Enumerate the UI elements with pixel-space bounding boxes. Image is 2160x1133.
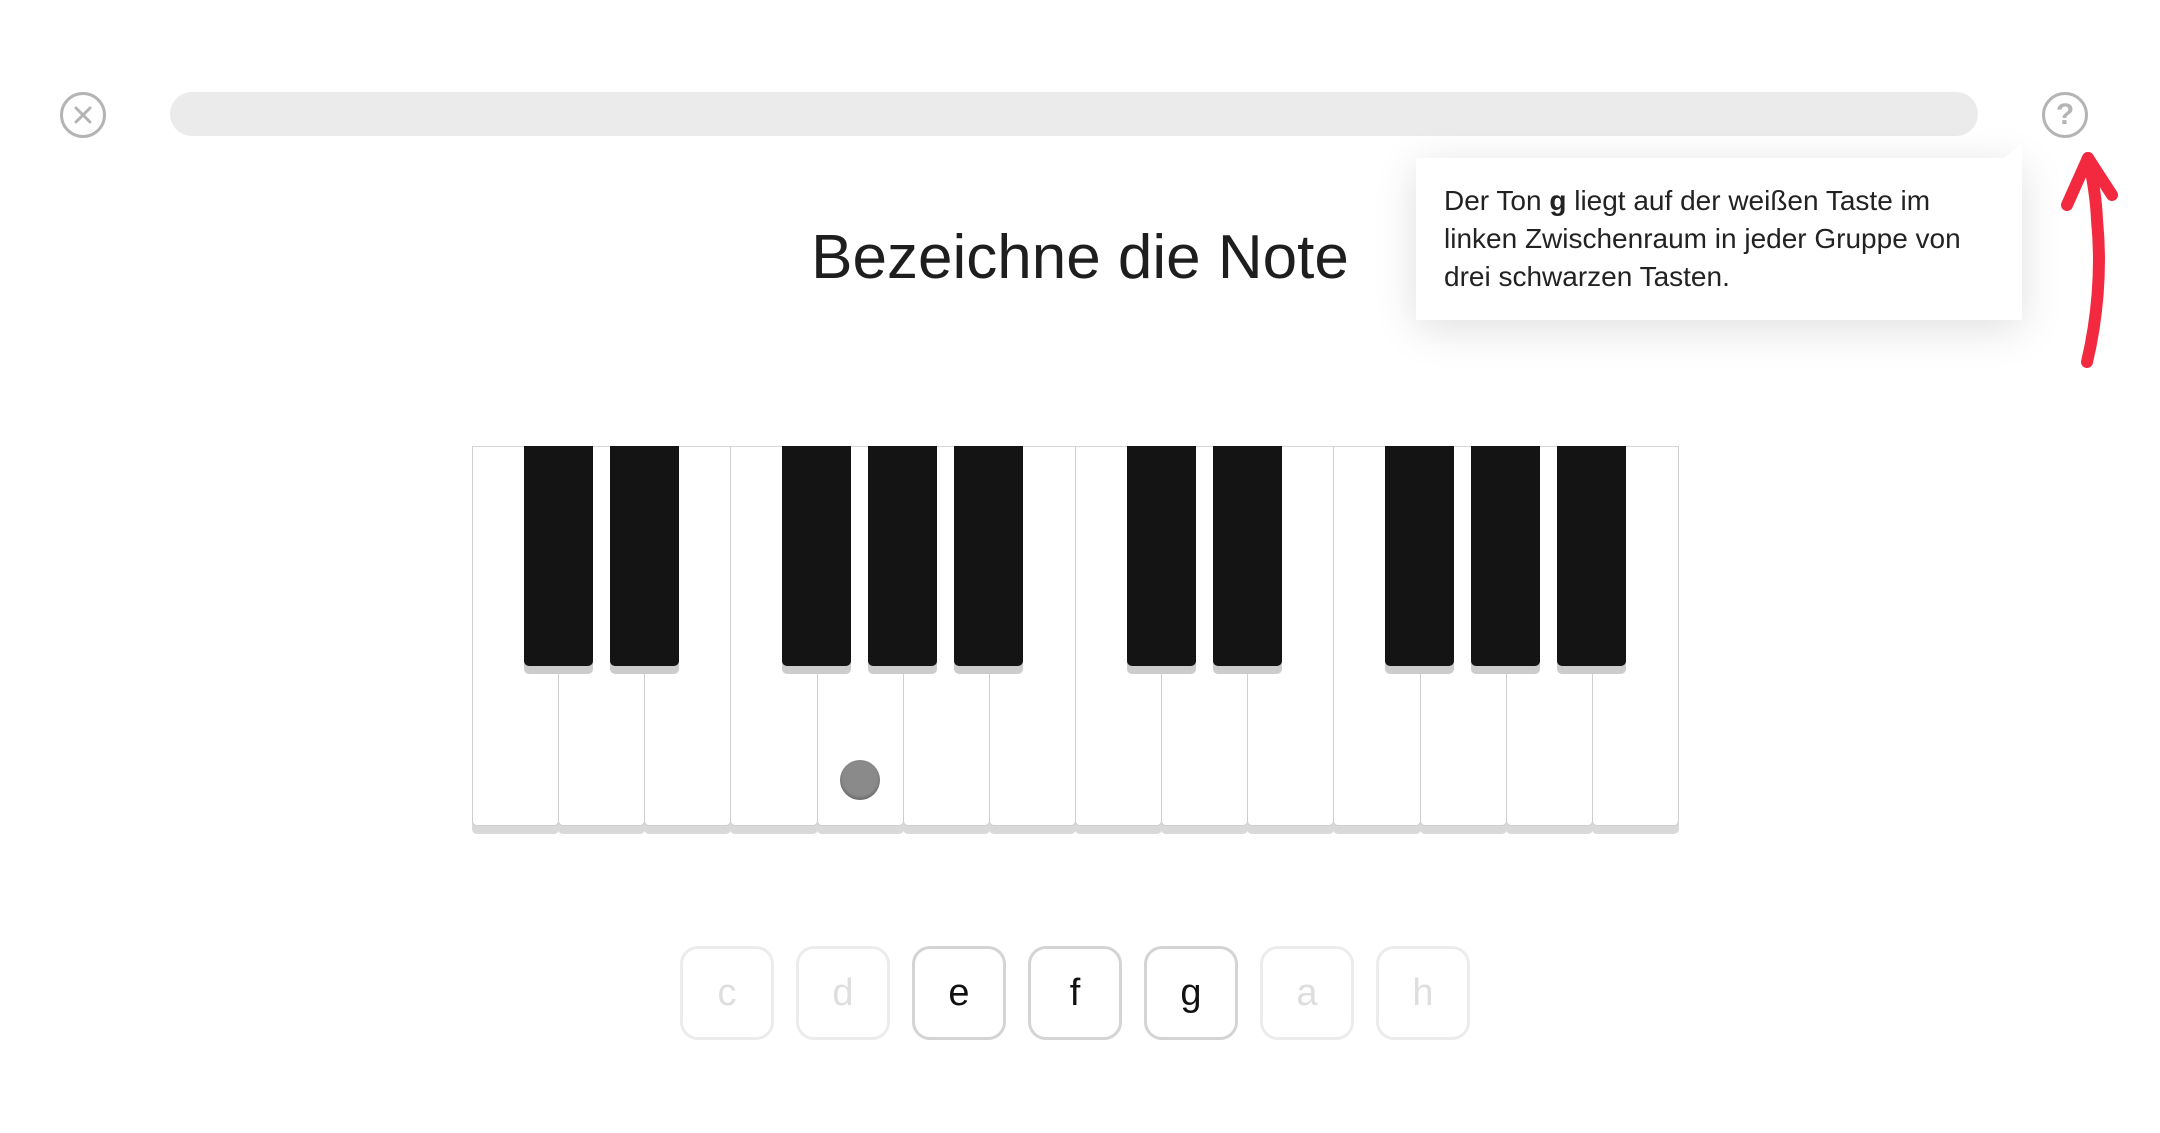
answer-button-d: d — [796, 946, 890, 1040]
piano-keyboard — [472, 446, 1679, 826]
answer-button-a: a — [1260, 946, 1354, 1040]
black-key[interactable] — [1126, 446, 1196, 666]
hint-note-name: g — [1549, 185, 1567, 216]
answer-button-e[interactable]: e — [912, 946, 1006, 1040]
black-key[interactable] — [609, 446, 679, 666]
answer-button-g[interactable]: g — [1144, 946, 1238, 1040]
black-key[interactable] — [1471, 446, 1541, 666]
tooltip-caret — [2004, 144, 2022, 158]
black-key[interactable] — [1385, 446, 1455, 666]
black-key[interactable] — [1557, 446, 1627, 666]
help-button[interactable]: ? — [2042, 92, 2088, 138]
hint-text-start: Der Ton — [1444, 185, 1550, 216]
close-icon — [74, 106, 92, 124]
black-key[interactable] — [1212, 446, 1282, 666]
black-key[interactable] — [523, 446, 593, 666]
answer-button-c: c — [680, 946, 774, 1040]
black-key[interactable] — [954, 446, 1024, 666]
page-title: Bezeichne die Note — [811, 223, 1349, 292]
answer-button-h: h — [1376, 946, 1470, 1040]
close-button[interactable] — [60, 92, 106, 138]
progress-bar — [170, 92, 1978, 136]
help-icon: ? — [2055, 98, 2075, 131]
answer-button-f[interactable]: f — [1028, 946, 1122, 1040]
note-marker — [839, 760, 880, 800]
black-key[interactable] — [868, 446, 938, 666]
black-key[interactable] — [782, 446, 852, 666]
